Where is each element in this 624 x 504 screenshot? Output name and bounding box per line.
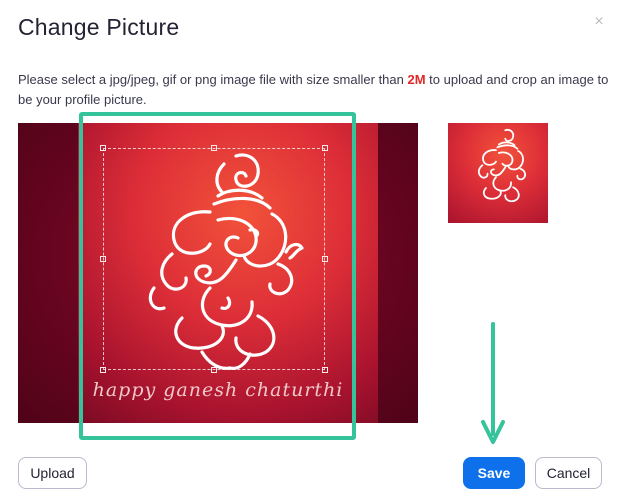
profile-preview — [448, 123, 548, 223]
green-highlight-annotation — [79, 112, 356, 440]
ganesha-preview-artwork — [477, 128, 526, 203]
cancel-button[interactable]: Cancel — [535, 457, 602, 489]
close-icon[interactable]: × — [592, 14, 606, 30]
instructions-part1: Please select a jpg/jpeg, gif or png ima… — [18, 72, 408, 87]
dialog-title: Change Picture — [18, 14, 180, 40]
instructions-text: Please select a jpg/jpeg, gif or png ima… — [18, 70, 618, 110]
save-button[interactable]: Save — [463, 457, 525, 489]
size-limit-highlight: 2M — [407, 72, 426, 87]
upload-button[interactable]: Upload — [18, 457, 87, 489]
down-arrow-annotation — [481, 322, 505, 444]
change-picture-dialog: Change Picture × Please select a jpg/jpe… — [0, 0, 624, 504]
